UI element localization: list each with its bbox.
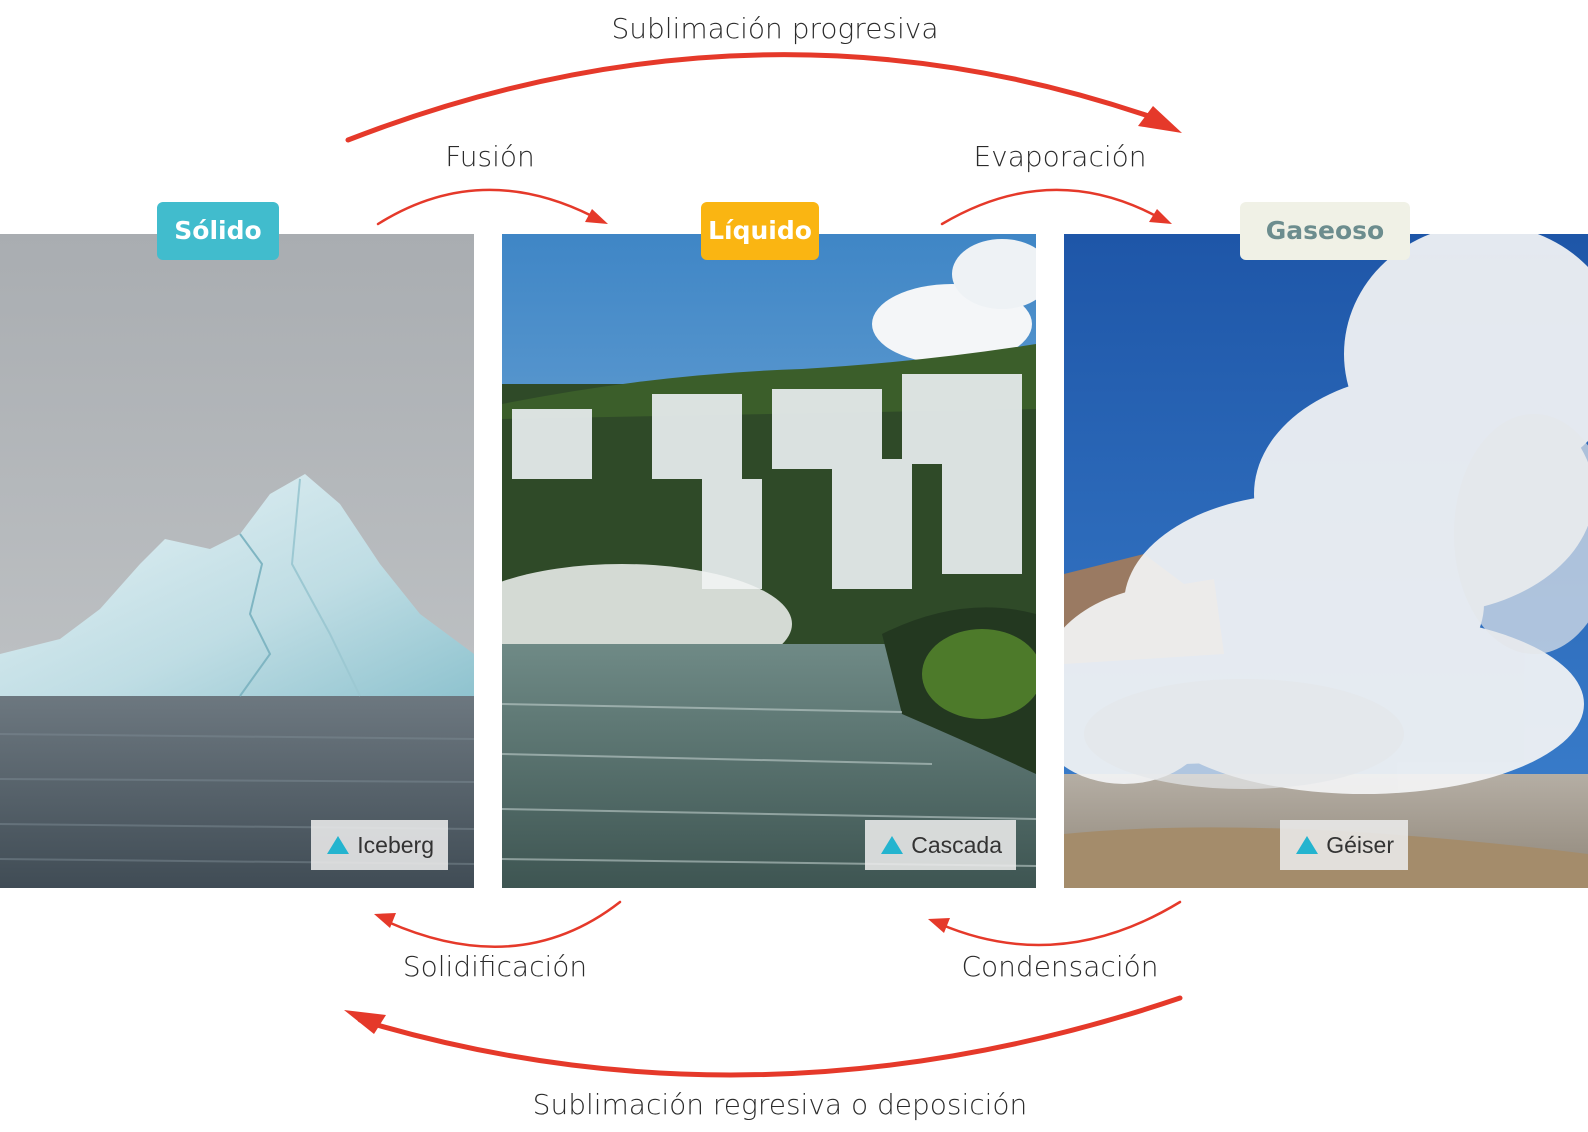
badge-gaseoso: Gaseoso: [1240, 202, 1410, 260]
arrowhead-solidificacion: [374, 913, 396, 928]
arrow-sublimacion-progresiva: [345, 52, 1163, 143]
badge-liquido-label: Líquido: [701, 202, 819, 260]
arrow-solidificacion: [386, 900, 622, 948]
arrow-sublimacion-regresiva: [357, 995, 1183, 1078]
triangle-marker-icon: [1296, 836, 1319, 854]
label-solidificacion: Solidificación: [402, 950, 588, 983]
arrowhead-sublimacion-progresiva: [1138, 106, 1182, 133]
arrow-fusion: [376, 188, 594, 226]
label-evaporacion: Evaporación: [973, 140, 1147, 173]
arrow-condensacion: [938, 900, 1182, 947]
photo-cascada: Cascada: [502, 234, 1036, 888]
arrowhead-condensacion: [928, 918, 950, 933]
label-sublimacion-regresiva: Sublimación regresiva o deposición: [532, 1088, 1028, 1121]
label-sublimacion-progresiva: Sublimación progresiva: [611, 12, 939, 45]
label-fusion: Fusión: [445, 140, 535, 173]
waterfall-illustration: [502, 234, 1036, 888]
arrowhead-sublimacion-regresiva: [344, 1010, 386, 1034]
arrowhead-evaporacion: [1149, 209, 1172, 224]
caption-iceberg: Iceberg: [311, 820, 448, 870]
geyser-illustration: [1064, 234, 1588, 888]
caption-iceberg-text: Iceberg: [357, 832, 434, 858]
photo-geiser: Géiser: [1064, 234, 1588, 888]
triangle-marker-icon: [327, 836, 350, 854]
caption-cascada: Cascada: [865, 820, 1016, 870]
iceberg-illustration: [0, 234, 474, 888]
arrow-evaporacion: [940, 188, 1158, 226]
arrowhead-fusion: [585, 209, 608, 224]
caption-geiser: Géiser: [1280, 820, 1408, 870]
caption-cascada-text: Cascada: [911, 832, 1002, 858]
caption-geiser-text: Géiser: [1326, 832, 1394, 858]
badge-solido: Sólido: [157, 202, 279, 260]
photo-iceberg: Iceberg: [0, 234, 474, 888]
label-condensacion: Condensación: [961, 950, 1159, 983]
triangle-marker-icon: [881, 836, 904, 854]
